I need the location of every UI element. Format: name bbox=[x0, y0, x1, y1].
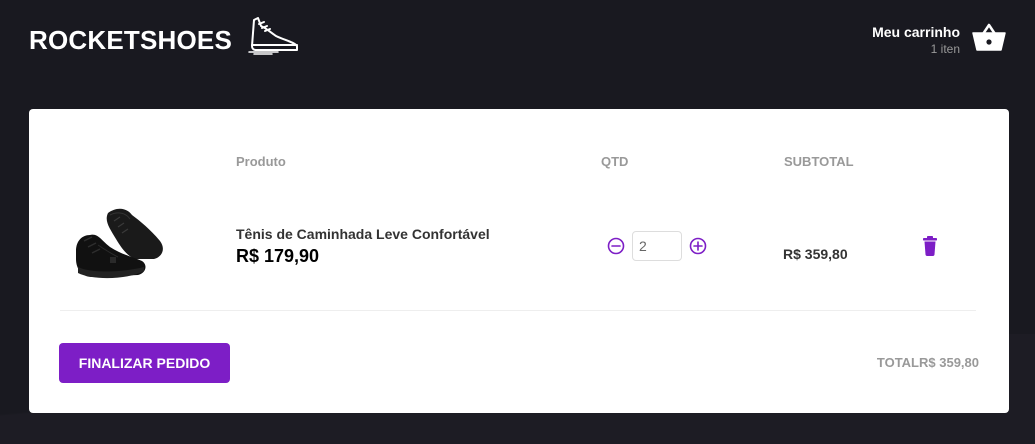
cart-container: Produto QTD SUBTOTAL Tênis de Caminhada … bbox=[29, 109, 1009, 413]
column-header-qty: QTD bbox=[601, 154, 629, 169]
add-circle-icon bbox=[689, 237, 707, 255]
table-header: Produto QTD SUBTOTAL bbox=[29, 154, 1009, 170]
table-row: Tênis de Caminhada Leve Confortável R$ 1… bbox=[60, 191, 976, 311]
product-price: R$ 179,90 bbox=[236, 246, 320, 266]
cart-text: Meu carrinho 1 iten bbox=[872, 23, 960, 57]
item-subtotal: R$ 359,80 bbox=[783, 246, 848, 262]
header: ROCKETSHOES Meu carrinho 1 iten bbox=[0, 0, 1035, 90]
product-image bbox=[70, 201, 175, 286]
checkout-button[interactable]: FINALIZAR PEDIDO bbox=[59, 343, 230, 383]
quantity-input[interactable] bbox=[632, 231, 682, 261]
cart-footer: FINALIZAR PEDIDO TOTAL R$ 359,80 bbox=[59, 343, 979, 383]
basket-icon bbox=[972, 22, 1006, 57]
column-header-product: Produto bbox=[236, 154, 286, 169]
decrement-button[interactable] bbox=[607, 237, 625, 255]
trash-icon bbox=[923, 236, 937, 256]
total-value: R$ 359,80 bbox=[919, 355, 979, 370]
shoe-logo-icon bbox=[248, 16, 300, 61]
logo[interactable]: ROCKETSHOES bbox=[29, 16, 300, 61]
cart-total: TOTAL R$ 359,80 bbox=[877, 355, 979, 370]
cart-link[interactable]: Meu carrinho 1 iten bbox=[872, 22, 1006, 57]
quantity-stepper bbox=[607, 231, 707, 261]
column-header-subtotal: SUBTOTAL bbox=[784, 154, 854, 169]
delete-button[interactable] bbox=[922, 236, 938, 256]
remove-circle-icon bbox=[607, 237, 625, 255]
row-divider bbox=[60, 310, 976, 311]
total-label: TOTAL bbox=[876, 355, 919, 370]
product-name: Tênis de Caminhada Leve Confortável bbox=[236, 226, 490, 242]
increment-button[interactable] bbox=[689, 237, 707, 255]
cart-title: Meu carrinho bbox=[872, 23, 960, 40]
logo-text: ROCKETSHOES bbox=[29, 24, 233, 55]
cart-count: 1 iten bbox=[930, 41, 960, 56]
